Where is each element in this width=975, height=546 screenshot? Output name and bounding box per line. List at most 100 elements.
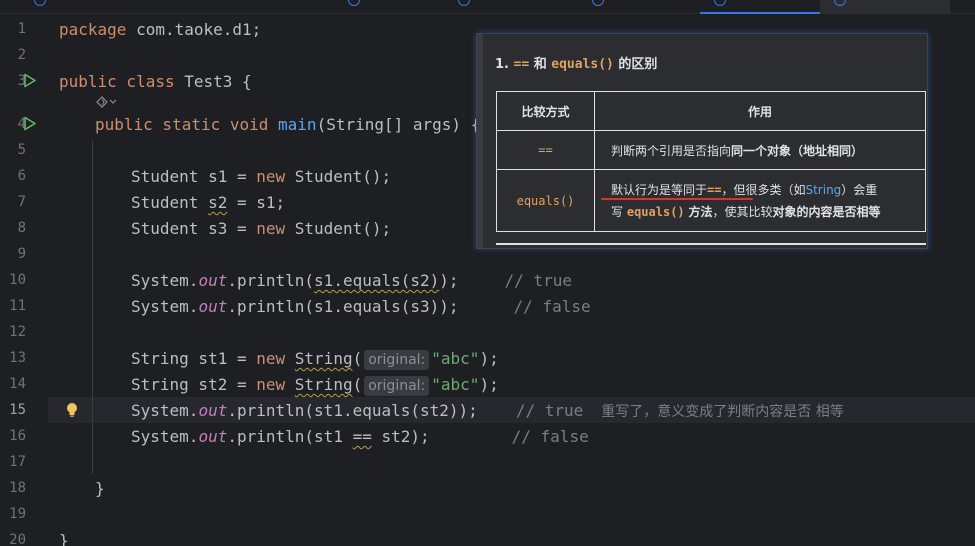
lightbulb-icon[interactable]	[66, 402, 78, 418]
code-text: .println(	[227, 297, 315, 316]
operator-warning[interactable]: ==	[353, 427, 372, 446]
line-number: 7	[17, 194, 26, 210]
table-cell-method: equals()	[496, 169, 595, 232]
code-text: (String[] args) {	[316, 115, 481, 134]
static-field: out	[198, 401, 228, 420]
constructor-warning[interactable]: String	[295, 349, 353, 368]
code-line-7: Student s2 = s1;	[131, 190, 285, 216]
code-line-20: }	[59, 528, 69, 546]
parameter-hint: original:	[364, 350, 430, 370]
keyword: package	[59, 20, 127, 39]
code-line-8: Student s3 = new Student();	[131, 216, 391, 242]
code-text: = s1;	[227, 193, 286, 212]
static-field: out	[198, 427, 228, 446]
table-bottom-rule	[496, 243, 926, 245]
cell-link[interactable]: String	[805, 183, 841, 197]
explanation-popup[interactable]: 1. == 和 equals() 的区别 比较方式 作用 == 判断两个引用是否…	[476, 33, 928, 249]
keyword: new	[256, 219, 286, 238]
closing-brace: }	[59, 531, 69, 546]
active-tab-indicator	[700, 12, 820, 14]
line-number: 1	[17, 21, 26, 37]
line-number: 9	[17, 246, 26, 262]
code-line-4: public static void main(String[] args) {	[95, 112, 480, 138]
code-text: st1	[314, 427, 353, 446]
code-warning[interactable]: s1.equals(s2)	[314, 271, 439, 290]
code-text: (	[352, 375, 363, 394]
code-line-18: }	[95, 476, 105, 502]
code-text: Test3 {	[174, 72, 252, 91]
cell-text: 默认行为是等同于	[611, 182, 708, 197]
cell-emphasis: 对象的内容是否相等	[772, 204, 881, 219]
comment: // false	[513, 297, 591, 316]
title-text: 的区别	[618, 57, 658, 72]
method-name: main	[278, 115, 317, 134]
code-text: System.	[131, 427, 199, 446]
code-line-16: System.out.println(st1 == st2); // false	[131, 424, 589, 450]
variable-warning[interactable]: s2	[208, 193, 227, 212]
run-class-icon[interactable]	[22, 73, 37, 88]
constructor-warning[interactable]: String	[295, 375, 353, 394]
title-method: equals()	[551, 57, 614, 72]
code-line-10: System.out.println(s1.equals(s2)); // tru…	[131, 268, 572, 294]
code-text: Student();	[285, 167, 392, 186]
line-number: 8	[17, 220, 26, 236]
code-text: System.	[131, 401, 199, 420]
table-header: 比较方式	[496, 91, 595, 131]
code-text: System.	[131, 271, 199, 290]
comment: // false	[511, 427, 589, 446]
static-field: out	[198, 271, 228, 290]
file-tab-icon[interactable]	[34, 0, 46, 6]
code-text: Student	[131, 193, 209, 212]
table-row: equals() 默认行为是等同于==，但很多类（如String）会重 写 eq…	[496, 169, 926, 232]
code-text: Student s1 =	[131, 167, 257, 186]
code-line-6: Student s1 = new Student();	[131, 164, 391, 190]
cell-text: 写	[611, 204, 624, 219]
code-text: Student();	[285, 219, 392, 238]
table-row: == 判断两个引用是否指向同一个对象（地址相同）	[496, 130, 926, 170]
comment-note: 重写了，意义变成了判断内容是否 相等	[601, 404, 844, 420]
code-line-3: public class Test3 {	[59, 69, 252, 95]
red-underline-annotation	[601, 198, 753, 200]
code-line-13: String st1 = new String(original: "abc");	[131, 346, 499, 372]
code-text: );	[479, 375, 499, 394]
code-text: st2);	[371, 427, 430, 446]
cell-line: 写 equals() 方法，使其比较对象的内容是否相等	[611, 201, 925, 223]
code-text: (	[352, 349, 363, 368]
table-cell-method: ==	[496, 130, 595, 170]
line-number: 13	[9, 350, 26, 366]
file-tab-icon[interactable]	[592, 0, 604, 6]
active-file-tab-icon[interactable]	[714, 0, 726, 6]
popup-title: 1. == 和 equals() 的区别	[495, 53, 657, 72]
editor-tab-bar	[0, 0, 975, 14]
table-header: 作用	[594, 91, 926, 131]
cell-emphasis: 同一个对象	[731, 143, 792, 158]
cell-emphasis: 方法	[688, 204, 713, 219]
title-text: 和	[533, 57, 547, 72]
ai-assistant-icon[interactable]	[95, 95, 117, 112]
closing-brace: }	[95, 479, 105, 498]
title-number: 1.	[495, 57, 509, 72]
cell-text: ）会重	[841, 182, 878, 197]
code-text: .println(	[227, 427, 315, 446]
code-text: s1.equals(s3));	[314, 297, 459, 316]
static-field: out	[198, 297, 228, 316]
table-header-row: 比较方式 作用	[496, 91, 926, 131]
cell-text: ，使其比较	[712, 204, 773, 219]
code-text: st1.equals(st2));	[314, 401, 478, 420]
code-line-1: package com.taoke.d1;	[59, 17, 261, 43]
table-cell-description: 默认行为是等同于==，但很多类（如String）会重 写 equals() 方法…	[594, 169, 926, 232]
code-text: System.	[131, 297, 199, 316]
line-number: 11	[9, 298, 26, 314]
cell-text: ，但很多类（如	[721, 182, 806, 197]
parameter-hint: original:	[364, 376, 430, 396]
title-operator: ==	[513, 57, 530, 72]
cell-text: 判断两个引用是否指向	[611, 143, 732, 158]
file-tab-icon[interactable]	[348, 0, 360, 6]
keyword: public class	[59, 72, 175, 91]
code-text: Student s3 =	[131, 219, 257, 238]
run-main-icon[interactable]	[22, 116, 37, 131]
code-text: );	[439, 271, 459, 290]
line-number: 10	[9, 272, 26, 288]
table-cell-description: 判断两个引用是否指向同一个对象（地址相同）	[594, 130, 926, 170]
file-tab-icon[interactable]	[458, 0, 470, 6]
